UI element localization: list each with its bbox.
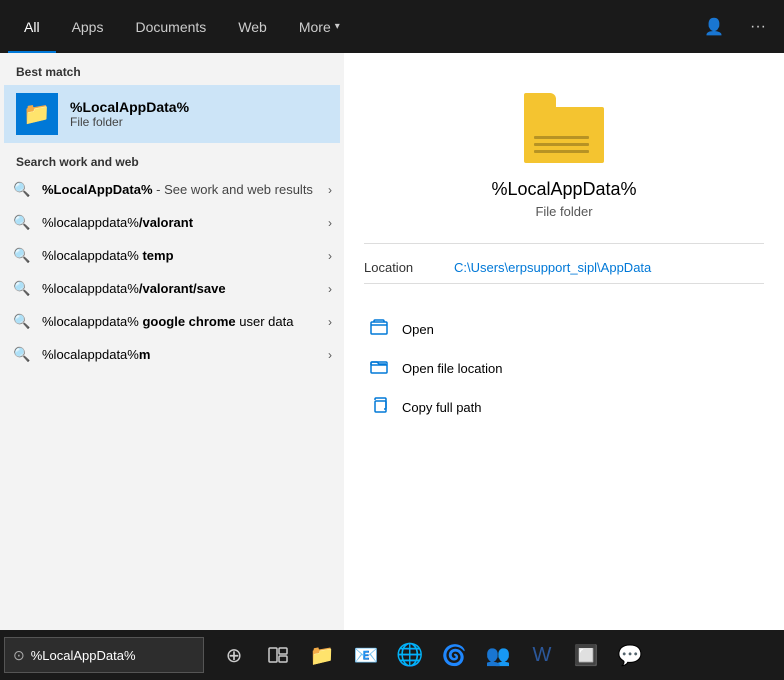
copy-icon (368, 396, 390, 419)
list-item[interactable]: 🔍 %localappdata% temp › (0, 239, 344, 272)
divider2 (364, 283, 764, 284)
best-match-text: %LocalAppData% File folder (70, 99, 189, 129)
list-item-text: %LocalAppData% - See work and web result… (42, 182, 318, 197)
list-item-text: %localappdata%/valorant/save (42, 281, 318, 296)
taskbar-teams-icon[interactable]: 👥 (476, 630, 520, 680)
chevron-right-icon: › (328, 282, 332, 296)
detail-location-row: Location C:\Users\erpsupport_sipl\AppDat… (364, 260, 764, 275)
best-match-type: File folder (70, 115, 189, 129)
taskbar-search-input[interactable] (31, 648, 181, 663)
chevron-right-icon: › (328, 183, 332, 197)
search-web-label: Search work and web (0, 147, 344, 173)
list-item-text: %localappdata% temp (42, 248, 318, 263)
search-icon: 🔍 (12, 346, 32, 363)
taskbar-search-box[interactable]: ⊙ (4, 637, 204, 673)
location-path[interactable]: C:\Users\erpsupport_sipl\AppData (454, 260, 651, 275)
ellipsis-icon[interactable]: ··· (740, 9, 776, 45)
search-icon: 🔍 (12, 214, 32, 231)
chevron-right-icon: › (328, 216, 332, 230)
taskbar-search-icon: ⊙ (13, 647, 25, 664)
tab-more[interactable]: More ▾ (283, 0, 356, 53)
open-location-icon (368, 357, 390, 380)
folder-icon-large (524, 93, 604, 163)
open-icon (368, 318, 390, 341)
taskbar-chrome-icon[interactable]: 🌐 (388, 630, 432, 680)
chevron-down-icon: ▾ (335, 21, 340, 32)
taskbar-discord-icon[interactable]: 💬 (608, 630, 652, 680)
search-icon: 🔍 (12, 313, 32, 330)
best-match-name: %LocalAppData% (70, 99, 189, 115)
taskbar: ⊙ ⊕ 📁 📧 🌐 🌀 👥 W 🔲 💬 (0, 630, 784, 680)
tab-documents[interactable]: Documents (119, 0, 222, 53)
best-match-label: Best match (0, 53, 344, 85)
right-panel: %LocalAppData% File folder Location C:\U… (344, 53, 784, 630)
action-open-label: Open (402, 322, 434, 337)
taskbar-unknown-icon[interactable]: 🔲 (564, 630, 608, 680)
chevron-right-icon: › (328, 249, 332, 263)
folder-line (534, 150, 589, 153)
taskbar-outlook-icon[interactable]: 📧 (344, 630, 388, 680)
chevron-right-icon: › (328, 348, 332, 362)
search-icon: 🔍 (12, 280, 32, 297)
list-item-text: %localappdata%m (42, 347, 318, 362)
folder-line (534, 143, 589, 146)
action-open-file-location-label: Open file location (402, 361, 502, 376)
actions-section: Open Open file location (364, 312, 764, 425)
left-panel: Best match 📁 %LocalAppData% File folder … (0, 53, 344, 630)
best-match-folder-icon: 📁 (16, 93, 58, 135)
search-icon: 🔍 (12, 247, 32, 264)
tab-apps[interactable]: Apps (56, 0, 120, 53)
tab-all[interactable]: All (8, 0, 56, 53)
list-item[interactable]: 🔍 %localappdata%m › (0, 338, 344, 371)
taskbar-taskview-icon[interactable] (256, 630, 300, 680)
folder-lines (534, 136, 589, 153)
taskbar-word-icon[interactable]: W (520, 630, 564, 680)
location-label: Location (364, 260, 454, 275)
tab-web[interactable]: Web (222, 0, 283, 53)
list-item[interactable]: 🔍 %localappdata%/valorant › (0, 206, 344, 239)
list-item-text: %localappdata%/valorant (42, 215, 318, 230)
taskbar-edge-icon[interactable]: 🌀 (432, 630, 476, 680)
action-copy-full-path[interactable]: Copy full path (364, 390, 764, 425)
result-subtitle: File folder (535, 204, 592, 219)
taskbar-explorer-icon[interactable]: 📁 (300, 630, 344, 680)
divider (364, 243, 764, 244)
action-copy-full-path-label: Copy full path (402, 400, 482, 415)
list-item[interactable]: 🔍 %localappdata%/valorant/save › (0, 272, 344, 305)
feedback-icon[interactable]: 👤 (696, 9, 732, 45)
list-item[interactable]: 🔍 %localappdata% google chrome user data… (0, 305, 344, 338)
list-item-text: %localappdata% google chrome user data (42, 314, 318, 329)
top-nav: All Apps Documents Web More ▾ 👤 ··· (0, 0, 784, 53)
action-open[interactable]: Open (364, 312, 764, 347)
best-match-item[interactable]: 📁 %LocalAppData% File folder (4, 85, 340, 143)
chevron-right-icon: › (328, 315, 332, 329)
list-item[interactable]: 🔍 %LocalAppData% - See work and web resu… (0, 173, 344, 206)
nav-right-icons: 👤 ··· (696, 9, 776, 45)
folder-line (534, 136, 589, 139)
search-icon: 🔍 (12, 181, 32, 198)
action-open-file-location[interactable]: Open file location (364, 351, 764, 386)
result-title: %LocalAppData% (491, 179, 636, 200)
folder-body (524, 107, 604, 163)
taskbar-cortana-icon[interactable]: ⊕ (212, 630, 256, 680)
main-content: Best match 📁 %LocalAppData% File folder … (0, 53, 784, 630)
